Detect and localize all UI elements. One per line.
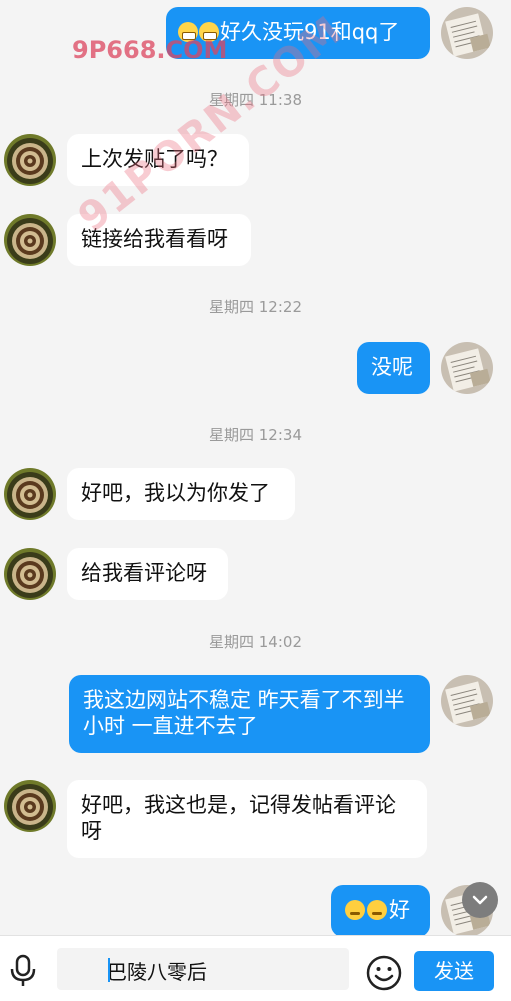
message-bubble-outgoing[interactable]: 没呢 bbox=[357, 342, 430, 394]
mic-button[interactable] bbox=[8, 954, 38, 992]
text-caret bbox=[108, 958, 110, 982]
thinking-emoji bbox=[367, 900, 387, 920]
chevron-down-icon bbox=[472, 895, 488, 905]
message-bubble-outgoing[interactable]: 好久没玩91和qq了 bbox=[166, 7, 430, 59]
message-text: 给我看评论呀 bbox=[81, 561, 207, 585]
chat-area[interactable]: 好久没玩91和qq了 9P668.COM 星期四 11:38 上次发贴了吗？ 链… bbox=[0, 0, 511, 935]
emoji-button[interactable] bbox=[366, 955, 402, 995]
message-input[interactable]: 巴陵八零后 bbox=[57, 948, 349, 990]
message-bubble-outgoing[interactable]: 好 bbox=[331, 885, 430, 935]
message-bubble-incoming[interactable]: 好吧，我以为你发了 bbox=[67, 468, 295, 520]
message-bubble-incoming[interactable]: 给我看评论呀 bbox=[67, 548, 228, 600]
my-avatar[interactable] bbox=[441, 342, 493, 394]
contact-avatar[interactable] bbox=[4, 214, 56, 266]
contact-avatar[interactable] bbox=[4, 468, 56, 520]
message-text: 我这边网站不稳定 昨天看了不到半小时 一直进不去了 bbox=[83, 688, 405, 738]
emoji-icon bbox=[366, 955, 402, 991]
input-value: 巴陵八零后 bbox=[107, 960, 207, 984]
timestamp: 星期四 12:22 bbox=[209, 298, 302, 316]
send-button[interactable]: 发送 bbox=[414, 951, 494, 991]
message-text: 好 bbox=[389, 898, 410, 922]
input-bar: 巴陵八零后 发送 bbox=[0, 935, 511, 1001]
message-bubble-incoming[interactable]: 链接给我看看呀 bbox=[67, 214, 251, 266]
message-text: 好吧，我以为你发了 bbox=[81, 481, 270, 505]
my-avatar[interactable] bbox=[441, 7, 493, 59]
timestamp: 星期四 12:34 bbox=[209, 426, 302, 444]
message-text: 没呢 bbox=[371, 355, 413, 379]
mic-icon bbox=[10, 954, 36, 986]
thinking-emoji bbox=[345, 900, 365, 920]
grin-emoji bbox=[199, 22, 219, 42]
message-bubble-incoming[interactable]: 上次发贴了吗？ bbox=[67, 134, 249, 186]
message-text: 好久没玩91和qq了 bbox=[220, 20, 400, 44]
timestamp: 星期四 11:38 bbox=[209, 91, 302, 109]
message-text: 好吧，我这也是，记得发帖看评论呀 bbox=[81, 793, 396, 843]
contact-avatar[interactable] bbox=[4, 780, 56, 832]
message-text: 链接给我看看呀 bbox=[81, 227, 228, 251]
message-bubble-outgoing[interactable]: 我这边网站不稳定 昨天看了不到半小时 一直进不去了 bbox=[69, 675, 430, 753]
contact-avatar[interactable] bbox=[4, 548, 56, 600]
timestamp: 星期四 14:02 bbox=[209, 633, 302, 651]
contact-avatar[interactable] bbox=[4, 134, 56, 186]
my-avatar[interactable] bbox=[441, 675, 493, 727]
message-bubble-incoming[interactable]: 好吧，我这也是，记得发帖看评论呀 bbox=[67, 780, 427, 858]
message-text: 上次发贴了吗？ bbox=[81, 147, 228, 171]
grin-emoji bbox=[178, 22, 198, 42]
scroll-down-button[interactable] bbox=[462, 882, 498, 918]
